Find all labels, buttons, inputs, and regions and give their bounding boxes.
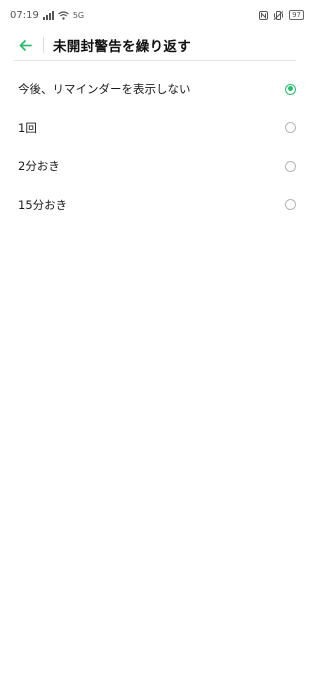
wifi-icon — [57, 10, 69, 20]
network-type-label: 5G — [72, 10, 85, 20]
status-right: 97 — [259, 10, 304, 20]
signal-icon — [42, 10, 54, 20]
radio-unselected-icon[interactable] — [285, 122, 296, 134]
radio-unselected-icon[interactable] — [285, 199, 296, 211]
nfc-icon — [259, 10, 269, 20]
vibrate-off-icon — [273, 10, 284, 20]
back-arrow-icon — [19, 39, 32, 51]
option-every-15-min[interactable]: 15分おき — [0, 186, 314, 225]
option-once[interactable]: 1回 — [0, 109, 314, 148]
back-button[interactable] — [14, 34, 36, 56]
radio-selected-icon[interactable] — [285, 83, 296, 95]
page-title: 未開封警告を繰り返す — [53, 39, 191, 55]
option-label: 2分おき — [18, 159, 60, 174]
status-time: 07:19 — [10, 9, 39, 21]
option-list: 今後、リマインダーを表示しない 1回 2分おき 15分おき — [0, 70, 314, 224]
battery-indicator: 97 — [289, 10, 304, 20]
option-label: 今後、リマインダーを表示しない — [18, 82, 191, 97]
header-divider — [43, 37, 44, 53]
option-every-2-min[interactable]: 2分おき — [0, 147, 314, 186]
option-label: 1回 — [18, 120, 37, 135]
option-never-remind[interactable]: 今後、リマインダーを表示しない — [0, 70, 314, 109]
status-left: 07:19 5G — [10, 10, 84, 21]
option-label: 15分おき — [18, 197, 68, 212]
status-bar: 07:19 5G 97 — [0, 0, 314, 30]
app-bar: 未開封警告を繰り返す — [0, 30, 314, 60]
radio-unselected-icon[interactable] — [285, 160, 296, 172]
header-separator — [14, 60, 296, 61]
